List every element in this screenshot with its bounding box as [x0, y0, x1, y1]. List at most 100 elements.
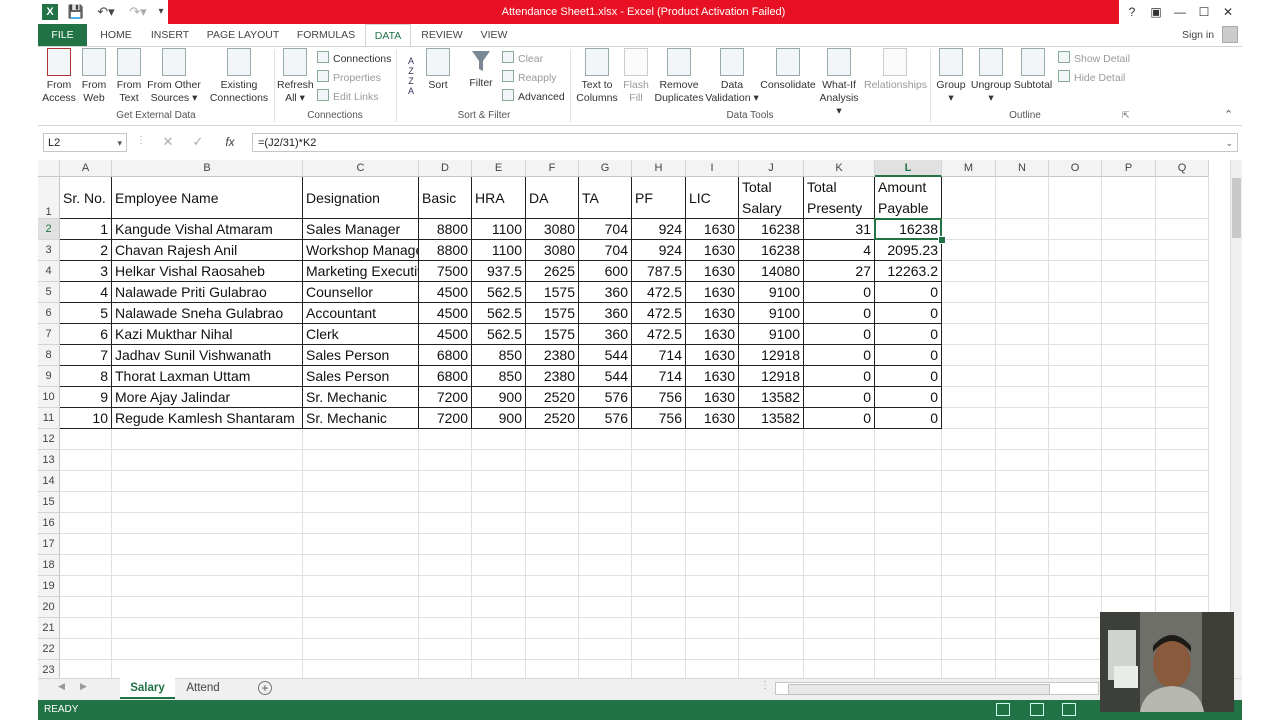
customize-toolbar-icon[interactable]: ▾ [154, 3, 168, 21]
table-cell[interactable]: 600 [579, 261, 632, 282]
empty-cell[interactable] [60, 513, 112, 534]
empty-cell[interactable] [472, 492, 526, 513]
empty-cell[interactable] [472, 597, 526, 618]
empty-cell[interactable] [579, 555, 632, 576]
table-cell[interactable]: Kangude Vishal Atmaram [112, 219, 303, 240]
table-cell[interactable]: 360 [579, 324, 632, 345]
tab-insert[interactable]: INSERT [148, 24, 192, 46]
ribbon-display-icon[interactable]: ▣ [1144, 3, 1168, 21]
new-sheet-button[interactable]: + [258, 681, 272, 695]
redo-icon[interactable]: ↷▾ [124, 3, 152, 21]
table-cell[interactable]: 1630 [686, 345, 739, 366]
empty-cell[interactable] [632, 450, 686, 471]
empty-cell[interactable] [996, 597, 1049, 618]
column-header-b[interactable]: B [112, 160, 303, 177]
empty-cell[interactable] [419, 576, 472, 597]
empty-cell[interactable] [996, 240, 1049, 261]
table-cell[interactable]: 756 [632, 408, 686, 429]
empty-cell[interactable] [579, 534, 632, 555]
empty-cell[interactable] [632, 639, 686, 660]
column-header-c[interactable]: C [303, 160, 419, 177]
column-header-m[interactable]: M [942, 160, 996, 177]
sort-az-icon[interactable]: AZZA [404, 56, 418, 96]
empty-cell[interactable] [739, 471, 804, 492]
empty-cell[interactable] [1156, 429, 1209, 450]
empty-cell[interactable] [419, 597, 472, 618]
empty-cell[interactable] [1049, 471, 1102, 492]
empty-cell[interactable] [804, 471, 875, 492]
empty-cell[interactable] [1156, 261, 1209, 282]
empty-cell[interactable] [1049, 576, 1102, 597]
header-cell-a[interactable]: Sr. No. [60, 177, 112, 219]
table-cell[interactable]: 0 [875, 408, 942, 429]
empty-cell[interactable] [526, 555, 579, 576]
ungroup-button[interactable]: Ungroup ▾ [970, 48, 1012, 105]
column-header-k[interactable]: K [804, 160, 875, 177]
empty-cell[interactable] [112, 471, 303, 492]
empty-cell[interactable] [686, 450, 739, 471]
table-cell[interactable]: 16238 [739, 219, 804, 240]
table-cell[interactable]: 0 [804, 387, 875, 408]
horizontal-scrollbar[interactable] [775, 682, 1099, 695]
empty-cell[interactable] [112, 555, 303, 576]
worksheet-grid[interactable]: A B C D E F G H I J K L M N O P Q 1 2 3 4 5 6 7 8 9 10 11 12 13 14 15 16… [38, 160, 1230, 678]
sheet-tab-salary[interactable]: Salary [120, 678, 175, 699]
table-cell[interactable]: 1630 [686, 219, 739, 240]
empty-cell[interactable] [303, 555, 419, 576]
table-cell[interactable]: 0 [875, 366, 942, 387]
empty-cell[interactable] [942, 366, 996, 387]
table-cell[interactable]: 924 [632, 219, 686, 240]
empty-cell[interactable] [1102, 261, 1156, 282]
empty-cell[interactable] [1156, 576, 1209, 597]
empty-cell[interactable] [60, 555, 112, 576]
tab-splitter-icon[interactable]: ⋮ [760, 680, 770, 691]
table-cell[interactable]: 544 [579, 345, 632, 366]
empty-cell[interactable] [1156, 240, 1209, 261]
empty-cell[interactable] [804, 513, 875, 534]
empty-cell[interactable] [1156, 177, 1209, 219]
column-header-a[interactable]: A [60, 160, 112, 177]
empty-cell[interactable] [1102, 282, 1156, 303]
header-cell-g[interactable]: TA [579, 177, 632, 219]
empty-cell[interactable] [996, 450, 1049, 471]
empty-cell[interactable] [686, 492, 739, 513]
existing-connections-button[interactable]: Existing Connections [208, 48, 270, 105]
edit-links-button[interactable]: Edit Links [317, 89, 379, 104]
empty-cell[interactable] [419, 534, 472, 555]
table-cell[interactable]: 2 [60, 240, 112, 261]
table-cell[interactable]: Helkar Vishal Raosaheb [112, 261, 303, 282]
empty-cell[interactable] [1102, 219, 1156, 240]
table-cell[interactable]: Workshop Manager [303, 240, 419, 261]
tab-data[interactable]: DATA [365, 24, 411, 46]
empty-cell[interactable] [996, 534, 1049, 555]
table-cell[interactable]: 714 [632, 345, 686, 366]
empty-cell[interactable] [942, 513, 996, 534]
empty-cell[interactable] [1049, 597, 1102, 618]
empty-cell[interactable] [996, 471, 1049, 492]
table-cell[interactable]: 4500 [419, 282, 472, 303]
row-header[interactable]: 4 [38, 261, 60, 282]
name-box-dropdown-icon[interactable]: ▾ [117, 134, 122, 152]
undo-icon[interactable]: ↶▾ [92, 3, 120, 21]
empty-cell[interactable] [1049, 555, 1102, 576]
empty-cell[interactable] [579, 492, 632, 513]
row-header[interactable]: 17 [38, 534, 60, 555]
empty-cell[interactable] [942, 261, 996, 282]
table-cell[interactable]: 472.5 [632, 282, 686, 303]
table-cell[interactable]: 472.5 [632, 303, 686, 324]
empty-cell[interactable] [1049, 450, 1102, 471]
empty-cell[interactable] [1156, 366, 1209, 387]
table-cell[interactable]: Nalawade Priti Gulabrao [112, 282, 303, 303]
empty-cell[interactable] [1049, 639, 1102, 660]
empty-cell[interactable] [579, 576, 632, 597]
table-cell[interactable]: 0 [804, 303, 875, 324]
data-validation-button[interactable]: Data Validation ▾ [704, 48, 760, 105]
tab-file[interactable]: FILE [38, 24, 87, 46]
empty-cell[interactable] [579, 471, 632, 492]
empty-cell[interactable] [526, 429, 579, 450]
empty-cell[interactable] [996, 576, 1049, 597]
sheet-tab-attend[interactable]: Attend [178, 678, 228, 699]
empty-cell[interactable] [875, 471, 942, 492]
empty-cell[interactable] [419, 429, 472, 450]
empty-cell[interactable] [875, 576, 942, 597]
